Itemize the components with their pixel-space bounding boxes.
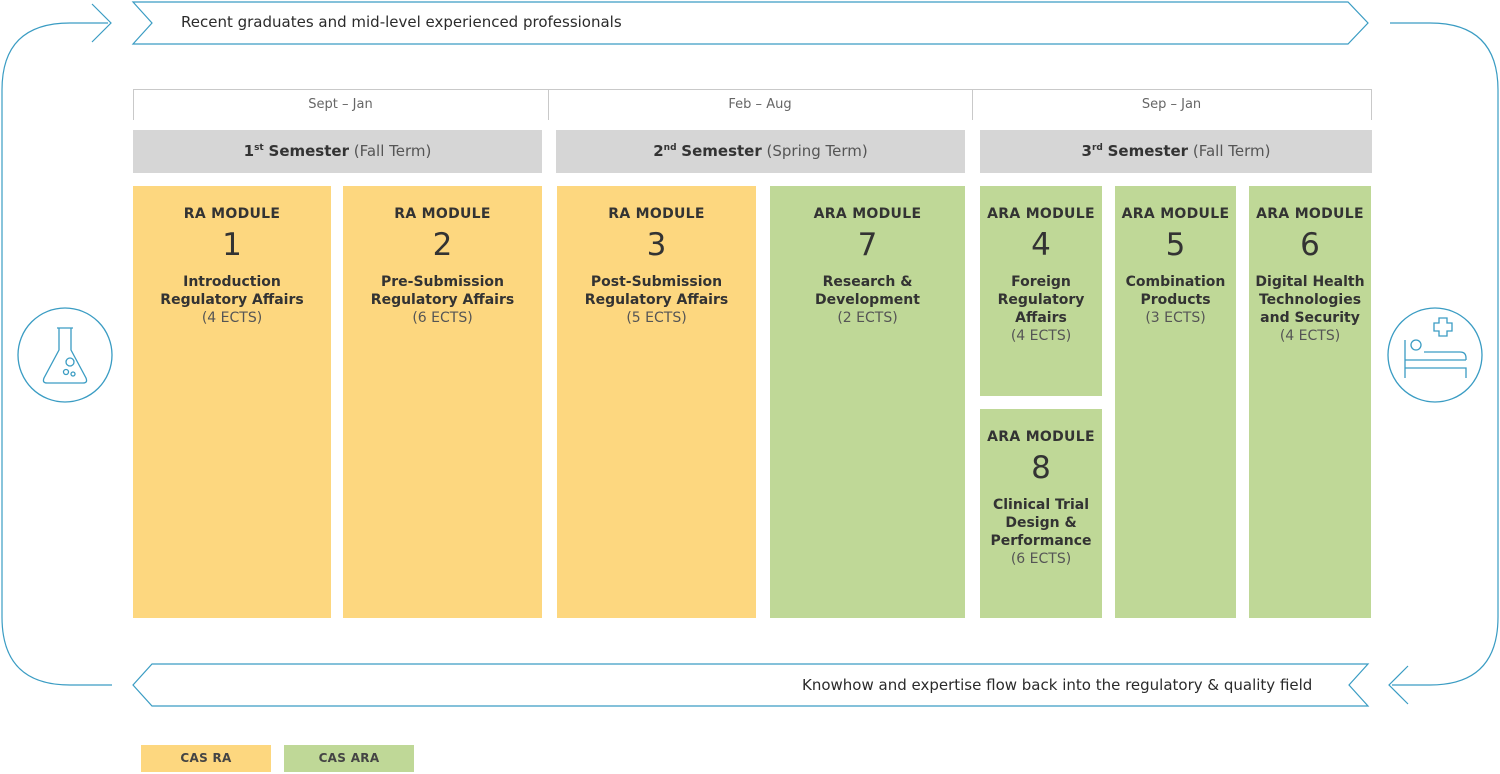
semester-suffix: st <box>254 143 264 153</box>
module-title: Digital Health Technologies and Security <box>1255 274 1365 326</box>
module-title: Clinical Trial Design & Performance <box>990 497 1092 549</box>
module-label: ARA MODULE <box>987 429 1095 445</box>
module-3: RA MODULE 3 Post-Submission Regulatory A… <box>557 186 756 618</box>
semester-name: Semester <box>268 142 349 160</box>
module-title: Introduction Regulatory Affairs <box>160 274 304 308</box>
module-ects: (4 ECTS) <box>1279 328 1341 344</box>
semester-3-header: 3rd Semester (Fall Term) <box>980 130 1372 173</box>
module-number: 5 <box>1165 227 1186 263</box>
module-title: Post-Submission Regulatory Affairs <box>584 274 729 308</box>
semester-ordinal: 3 <box>1081 142 1092 160</box>
module-number: 6 <box>1300 227 1320 263</box>
period-divider <box>1371 89 1372 120</box>
module-number: 3 <box>646 227 667 263</box>
semester-2-header: 2nd Semester (Spring Term) <box>556 130 965 173</box>
module-number: 8 <box>1031 450 1051 486</box>
module-label: ARA MODULE <box>987 206 1095 222</box>
flask-icon <box>17 307 113 403</box>
period-3: Sep – Jan <box>972 89 1371 120</box>
module-number: 2 <box>432 227 453 263</box>
semester-name: Semester <box>1107 142 1189 160</box>
module-label: RA MODULE <box>608 206 705 222</box>
module-number: 4 <box>1031 227 1051 263</box>
module-ects: (2 ECTS) <box>837 310 898 326</box>
period-1: Sept – Jan <box>133 89 548 120</box>
module-1: RA MODULE 1 Introduction Regulatory Affa… <box>133 186 331 618</box>
semester-term: (Fall Term) <box>1192 142 1271 160</box>
module-6: ARA MODULE 6 Digital Health Technologies… <box>1249 186 1371 618</box>
top-banner-text: Recent graduates and mid-level experienc… <box>181 13 622 31</box>
module-number: 7 <box>857 227 878 263</box>
semester-term: (Fall Term) <box>353 142 432 160</box>
module-label: RA MODULE <box>183 206 281 222</box>
module-8: ARA MODULE 8 Clinical Trial Design & Per… <box>980 409 1102 618</box>
module-4: ARA MODULE 4 Foreign Regulatory Affairs … <box>980 186 1102 396</box>
bottom-banner-text: Knowhow and expertise flow back into the… <box>802 676 1313 694</box>
module-ects: (4 ECTS) <box>201 310 263 326</box>
semester-name: Semester <box>681 142 762 160</box>
module-5: ARA MODULE 5 Combination Products (3 ECT… <box>1115 186 1236 618</box>
module-label: RA MODULE <box>394 206 491 222</box>
module-title: Research & Development <box>815 274 920 308</box>
module-7: ARA MODULE 7 Research & Development (2 E… <box>770 186 965 618</box>
module-title: Pre-Submission Regulatory Affairs <box>370 274 515 308</box>
semester-suffix: rd <box>1091 143 1103 153</box>
period-2: Feb – Aug <box>548 89 972 120</box>
semester-ordinal: 2 <box>653 142 664 160</box>
module-number: 1 <box>222 227 242 263</box>
module-title: Combination Products <box>1125 274 1226 308</box>
module-ects: (4 ECTS) <box>1010 328 1072 344</box>
module-ects: (3 ECTS) <box>1145 310 1206 326</box>
semester-suffix: nd <box>663 143 677 153</box>
hospital-bed-icon <box>1387 307 1483 403</box>
module-ects: (5 ECTS) <box>626 310 687 326</box>
module-ects: (6 ECTS) <box>1010 551 1072 567</box>
module-ects: (6 ECTS) <box>412 310 473 326</box>
legend-cas-ara: CAS ARA <box>284 745 414 772</box>
legend-cas-ra: CAS RA <box>141 745 271 772</box>
semester-ordinal: 1 <box>243 142 255 160</box>
module-label: ARA MODULE <box>813 206 922 222</box>
semester-term: (Spring Term) <box>766 142 868 160</box>
semester-1-header: 1st Semester (Fall Term) <box>133 130 542 173</box>
module-label: ARA MODULE <box>1121 206 1230 222</box>
module-label: ARA MODULE <box>1256 206 1364 222</box>
module-2: RA MODULE 2 Pre-Submission Regulatory Af… <box>343 186 542 618</box>
module-title: Foreign Regulatory Affairs <box>997 274 1085 326</box>
